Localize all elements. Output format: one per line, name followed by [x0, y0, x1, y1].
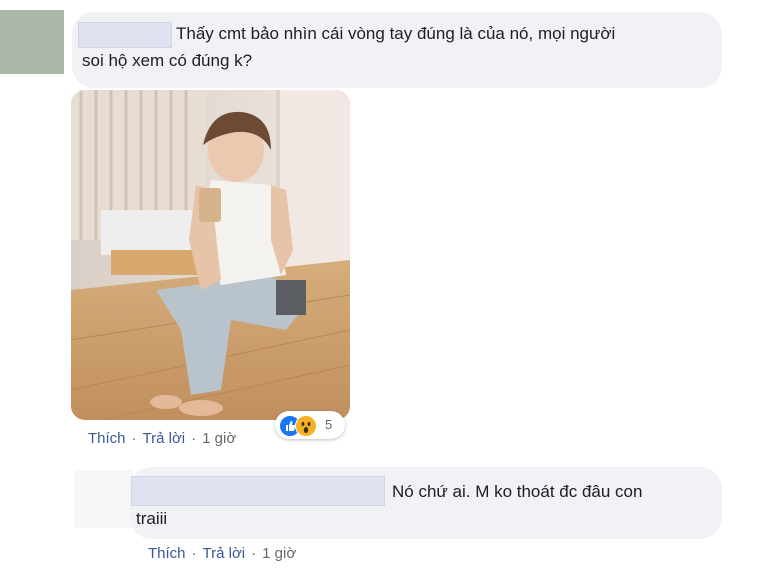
wow-icon — [295, 415, 317, 437]
separator: · — [191, 545, 197, 562]
reply-text-line1: Nó chứ ai. M ko thoát đc đâu con — [392, 482, 643, 501]
commenter-avatar[interactable] — [0, 10, 64, 74]
reactions-badge[interactable]: 5 — [275, 411, 345, 439]
comment-actions: Thích · Trả lời · 1 giờ — [88, 430, 236, 447]
like-link[interactable]: Thích — [88, 430, 126, 447]
reply-link[interactable]: Trả lời — [143, 430, 186, 447]
reply-text-line2: traiii — [136, 509, 168, 528]
comment-photo[interactable] — [71, 90, 350, 420]
separator: · — [191, 430, 197, 447]
timestamp[interactable]: 1 giờ — [262, 545, 296, 562]
replier-name-redacted[interactable] — [131, 476, 385, 506]
like-link[interactable]: Thích — [148, 545, 186, 562]
separator: · — [131, 430, 137, 447]
reply-link[interactable]: Trả lời — [203, 545, 246, 562]
comment-text-line2: soi hộ xem có đúng k? — [82, 51, 253, 70]
separator: · — [251, 545, 257, 562]
reply-actions: Thích · Trả lời · 1 giờ — [148, 545, 296, 562]
replier-avatar[interactable] — [74, 470, 132, 528]
reaction-count: 5 — [325, 417, 333, 432]
commenter-name-redacted[interactable] — [78, 22, 172, 48]
comment-text-line1: Thấy cmt bảo nhìn cái vòng tay đúng là c… — [176, 24, 616, 43]
timestamp[interactable]: 1 giờ — [202, 430, 236, 447]
